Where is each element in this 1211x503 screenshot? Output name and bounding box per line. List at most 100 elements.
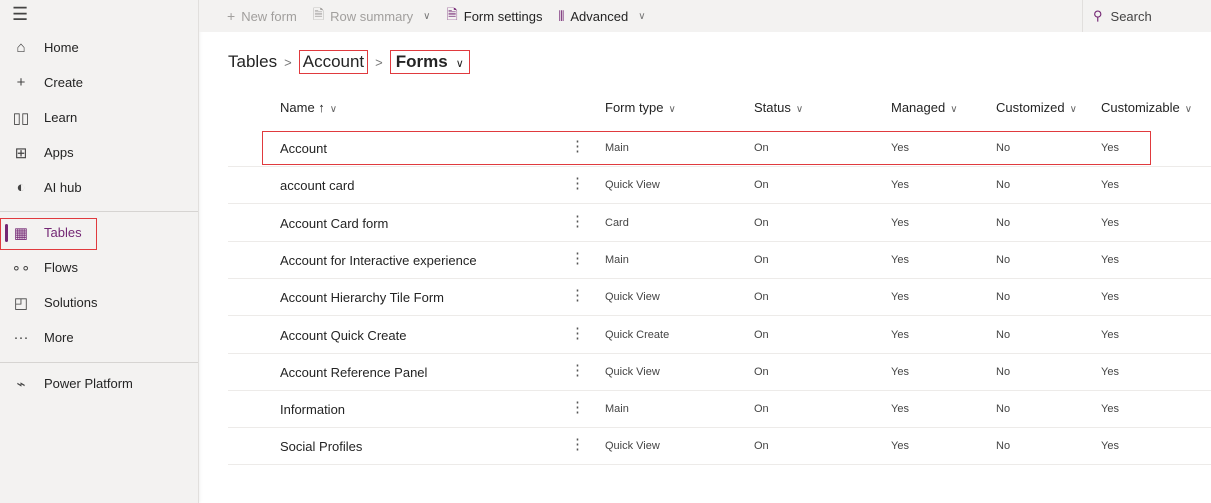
- more-options-icon[interactable]: ⋮: [570, 435, 585, 453]
- column-header-form-type[interactable]: Form type ∨: [605, 100, 676, 115]
- sidebar-item-create[interactable]: + Create: [0, 65, 198, 100]
- divider: [0, 211, 198, 212]
- sidebar-item-learn[interactable]: ▯▯ Learn: [0, 100, 198, 135]
- cell-name[interactable]: Account Reference Panel: [280, 365, 427, 380]
- cell-form-type: Main: [605, 142, 629, 154]
- book-icon: ▯▯: [12, 109, 30, 127]
- cell-customizable: Yes: [1101, 440, 1119, 453]
- search-box[interactable]: ⚲ Search: [1082, 0, 1211, 32]
- row-summary-button[interactable]: 🗎 Row summary ∨: [313, 4, 431, 28]
- sidebar-item-tables[interactable]: ▦ Tables: [0, 215, 198, 250]
- advanced-button[interactable]: ⫴ Advanced ∨: [559, 8, 646, 25]
- table-row[interactable]: Account Main On Yes No Yes ⋮: [228, 130, 1211, 167]
- cell-customizable: Yes: [1101, 403, 1119, 416]
- cell-managed: Yes: [891, 403, 909, 416]
- table-row[interactable]: Social Profiles Quick View On Yes No Yes ⋮: [228, 428, 1211, 466]
- table-row[interactable]: Account Quick Create Quick Create On Yes No Y…: [228, 317, 1211, 354]
- more-options-icon[interactable]: ⋮: [570, 286, 585, 304]
- cell-customized: No: [996, 216, 1011, 229]
- form-settings-icon: 🗎: [446, 6, 458, 22]
- breadcrumb-tables[interactable]: Tables: [228, 52, 277, 72]
- cell-form-type: Main: [605, 253, 629, 266]
- chevron-down-icon: ∨: [1184, 104, 1193, 115]
- sidebar-item-apps[interactable]: ⊞ Apps: [0, 135, 198, 170]
- sidebar-item-flows[interactable]: ∘∘ Flows: [0, 250, 198, 285]
- search-icon: ⚲: [1093, 8, 1103, 23]
- cell-form-type: Card: [605, 216, 629, 229]
- cell-name[interactable]: Account for Interactive experience: [280, 253, 477, 268]
- cell-status: On: [754, 365, 769, 378]
- more-options-icon[interactable]: ⋮: [570, 174, 585, 192]
- solutions-icon: ◰: [13, 294, 29, 312]
- table-row[interactable]: account card Quick View On Yes No Yes ⋮: [228, 167, 1211, 205]
- power-platform-icon: ⌁: [16, 375, 26, 393]
- chevron-down-icon: ∨: [329, 104, 338, 115]
- chevron-down-icon: ∨: [638, 10, 646, 22]
- column-header-managed[interactable]: Managed ∨: [891, 100, 958, 115]
- sidebar-item-ai-hub[interactable]: ◐ AI hub: [0, 170, 198, 205]
- cell-managed: Yes: [891, 291, 909, 304]
- apps-icon: ⊞: [14, 144, 28, 162]
- cell-name[interactable]: Account Quick Create: [280, 328, 406, 343]
- cell-form-type: Quick Create: [605, 328, 670, 341]
- table-header: Name ↑ ∨ Form type ∨ Status ∨ Managed ∨ Customiz…: [228, 100, 1211, 122]
- cell-customizable: Yes: [1101, 142, 1119, 154]
- flow-icon: ∘∘: [11, 259, 31, 277]
- table-row[interactable]: Account Card form Card On Yes No Yes ⋮: [228, 205, 1211, 242]
- table-row[interactable]: Account Hierarchy Tile Form Quick View On Y…: [228, 279, 1211, 317]
- sidebar-item-home[interactable]: ⌂ Home: [0, 30, 198, 65]
- new-form-button[interactable]: + New form: [227, 8, 297, 24]
- chevron-right-icon: >: [284, 54, 292, 70]
- form-settings-button[interactable]: 🗎 Form settings: [446, 4, 542, 28]
- sidebar-item-more[interactable]: ··· More: [0, 320, 198, 355]
- cell-customizable: Yes: [1101, 365, 1119, 378]
- column-header-customized[interactable]: Customized ∨: [996, 100, 1077, 115]
- sidebar-item-power-platform[interactable]: ⌁ Power Platform: [0, 366, 198, 401]
- cell-form-type: Quick View: [605, 179, 660, 192]
- more-icon: ···: [13, 329, 29, 346]
- table-row[interactable]: Account for Interactive experience Main On…: [228, 242, 1211, 279]
- cell-name[interactable]: Information: [280, 402, 345, 417]
- cell-name[interactable]: Account Hierarchy Tile Form: [280, 290, 444, 305]
- cell-customized: No: [996, 328, 1011, 341]
- document-sparkle-icon: 🗎: [312, 6, 325, 22]
- more-options-icon[interactable]: ⋮: [570, 137, 585, 155]
- breadcrumb-account[interactable]: Account: [298, 50, 369, 74]
- cell-customized: No: [996, 142, 1011, 154]
- chevron-down-icon: ∨: [1069, 104, 1077, 115]
- cell-form-type: Main: [605, 403, 629, 416]
- cell-status: On: [754, 142, 769, 154]
- cell-status: On: [754, 216, 769, 229]
- cell-managed: Yes: [891, 440, 909, 453]
- cell-managed: Yes: [891, 365, 909, 378]
- cell-status: On: [754, 179, 769, 192]
- plus-icon: +: [227, 8, 236, 24]
- cell-name[interactable]: account card: [280, 178, 354, 193]
- cell-customizable: Yes: [1101, 253, 1119, 266]
- more-options-icon[interactable]: ⋮: [570, 249, 585, 267]
- chevron-down-icon: ∨: [950, 104, 958, 115]
- table-row[interactable]: Information Main On Yes No Yes ⋮: [228, 391, 1211, 429]
- more-options-icon[interactable]: ⋮: [570, 212, 585, 230]
- column-header-status[interactable]: Status ∨: [754, 100, 803, 115]
- cell-name[interactable]: Account: [280, 141, 327, 156]
- cell-name[interactable]: Social Profiles: [280, 439, 362, 454]
- cell-managed: Yes: [891, 328, 909, 341]
- breadcrumb-forms[interactable]: Forms ∨: [389, 50, 470, 74]
- table-row[interactable]: Account Reference Panel Quick View On Yes No…: [228, 354, 1211, 391]
- more-options-icon[interactable]: ⋮: [570, 324, 585, 342]
- hamburger-menu-icon[interactable]: ☰: [12, 4, 28, 25]
- column-header-customizable[interactable]: Customizable ∨: [1101, 100, 1192, 115]
- column-header-name[interactable]: Name ↑ ∨: [280, 100, 337, 115]
- cell-managed: Yes: [891, 216, 909, 229]
- more-options-icon[interactable]: ⋮: [570, 361, 585, 379]
- chevron-down-icon: ∨: [668, 104, 676, 115]
- cell-customizable: Yes: [1101, 179, 1119, 192]
- cell-customized: No: [996, 403, 1011, 416]
- more-options-icon[interactable]: ⋮: [570, 398, 585, 416]
- chevron-right-icon: >: [375, 54, 383, 70]
- chevron-down-icon: ∨: [455, 58, 464, 70]
- cell-name[interactable]: Account Card form: [280, 216, 388, 231]
- sidebar-item-solutions[interactable]: ◰ Solutions: [0, 285, 198, 320]
- home-icon: ⌂: [16, 39, 26, 56]
